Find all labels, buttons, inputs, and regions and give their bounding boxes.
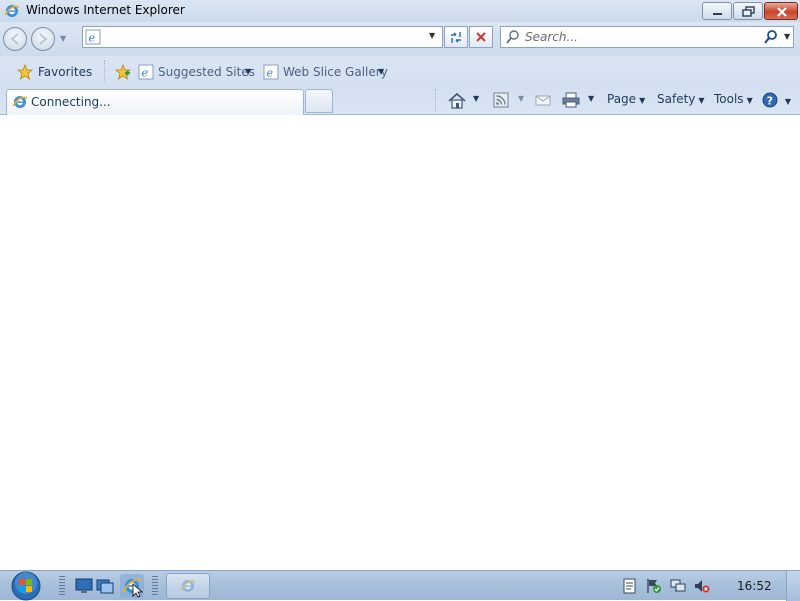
back-button[interactable]	[3, 27, 27, 51]
tab-label: Connecting...	[31, 95, 111, 109]
help-button[interactable]: ? ▼	[762, 92, 791, 110]
chevron-down-icon: ▼	[784, 97, 791, 106]
star-icon	[16, 63, 34, 80]
ie-icon	[4, 5, 20, 17]
clock[interactable]: 16:52	[737, 579, 772, 593]
printer-icon	[562, 92, 580, 108]
print-button[interactable]	[562, 92, 580, 110]
svg-text:?: ?	[767, 94, 773, 107]
restore-button[interactable]	[733, 2, 763, 20]
forward-button[interactable]	[31, 27, 55, 51]
taskbar-ie-window-button[interactable]	[166, 573, 210, 599]
svg-text:e: e	[89, 32, 96, 45]
search-options-dropdown-icon[interactable]: ▼	[784, 32, 790, 41]
search-box: ▼	[500, 26, 794, 48]
tab-connecting[interactable]: Connecting...	[6, 89, 304, 115]
ie-icon	[180, 580, 196, 592]
search-input[interactable]	[525, 28, 755, 46]
show-desktop-icon[interactable]	[75, 577, 93, 595]
favorites-button[interactable]: Favorites	[16, 63, 92, 80]
window-title: Windows Internet Explorer	[26, 3, 185, 17]
minimize-icon	[713, 13, 722, 15]
page-content[interactable]	[0, 115, 800, 570]
close-icon	[777, 7, 787, 17]
rss-feed-icon	[493, 92, 509, 108]
chevron-down-icon: ▼	[698, 96, 705, 105]
chevron-down-icon: ▼	[245, 67, 252, 76]
page-menu-label: Page	[607, 92, 637, 106]
switch-windows-icon[interactable]	[96, 577, 114, 595]
search-provider-icon	[506, 30, 519, 44]
read-mail-button[interactable]	[535, 92, 551, 110]
ie-page-icon: e	[85, 29, 101, 45]
close-button[interactable]	[764, 2, 798, 20]
recent-pages-dropdown-icon[interactable]: ▼	[60, 34, 66, 43]
svg-text:e: e	[267, 67, 274, 80]
refresh-icon	[451, 32, 461, 43]
stop-button[interactable]	[469, 26, 493, 48]
back-arrow-icon	[10, 33, 19, 45]
taskbar: 16:52	[0, 570, 800, 601]
mail-icon	[535, 95, 551, 106]
chevron-down-icon: ▼	[639, 96, 646, 105]
address-input[interactable]	[103, 28, 421, 46]
web-slice-gallery-label: Web Slice Gallery	[283, 65, 388, 79]
search-icon[interactable]	[763, 29, 781, 45]
ie-quick-launch-icon[interactable]	[120, 574, 144, 598]
tab-bar: Connecting... ▼ ▼ ▼ Page ▼ Safety ▼ Tool…	[0, 87, 800, 115]
home-button[interactable]	[447, 92, 467, 110]
ie-page-icon: e	[263, 64, 279, 80]
home-icon	[448, 92, 466, 109]
favorites-separator	[104, 60, 105, 82]
stop-icon	[476, 32, 486, 42]
toolbar-grip[interactable]	[152, 576, 158, 596]
document-tray-icon[interactable]	[622, 578, 638, 594]
print-dropdown-icon[interactable]: ▼	[588, 94, 594, 112]
feeds-dropdown-icon[interactable]: ▼	[518, 94, 524, 112]
ie-page-icon: e	[138, 64, 154, 80]
chevron-down-icon: ▼	[378, 67, 385, 76]
help-icon: ?	[762, 92, 778, 108]
home-dropdown-icon[interactable]: ▼	[473, 94, 479, 112]
safety-menu-label: Safety	[657, 92, 696, 106]
suggested-sites-label: Suggested Sites	[158, 65, 255, 79]
refresh-button[interactable]	[444, 26, 468, 48]
web-slice-gallery-button[interactable]: e Web Slice Gallery ▼	[263, 64, 389, 80]
tools-menu-button[interactable]: Tools ▼	[714, 92, 753, 110]
feeds-button[interactable]	[493, 92, 509, 110]
safety-menu-button[interactable]: Safety ▼	[657, 92, 705, 110]
favorites-label: Favorites	[38, 65, 93, 79]
favorites-bar: Favorites e Suggested Sites ▼ e Web Slic…	[0, 56, 800, 87]
address-bar: e ▼	[82, 26, 443, 48]
chevron-down-icon: ▼	[746, 96, 753, 105]
navigation-bar: ▼ e ▼ ▼	[0, 22, 800, 56]
new-tab-button[interactable]	[305, 89, 333, 113]
network-icon[interactable]	[670, 578, 686, 594]
start-button[interactable]	[6, 571, 46, 601]
toolbar-grip[interactable]	[59, 576, 65, 596]
title-bar: Windows Internet Explorer	[0, 0, 800, 22]
address-dropdown-icon[interactable]: ▼	[429, 31, 435, 40]
show-desktop-button[interactable]	[786, 571, 800, 601]
suggested-sites-button[interactable]: e Suggested Sites ▼	[138, 64, 256, 80]
tools-menu-label: Tools	[714, 92, 744, 106]
restore-icon	[742, 6, 755, 17]
action-center-flag-icon[interactable]	[646, 578, 662, 594]
minimize-button[interactable]	[702, 2, 732, 20]
page-menu-button[interactable]: Page ▼	[607, 92, 645, 110]
ie-icon	[12, 96, 28, 108]
command-separator	[435, 89, 436, 111]
volume-muted-icon[interactable]	[694, 578, 710, 594]
add-to-favorites-bar-icon[interactable]	[114, 64, 132, 80]
svg-text:e: e	[142, 67, 149, 80]
forward-arrow-icon	[39, 33, 48, 45]
